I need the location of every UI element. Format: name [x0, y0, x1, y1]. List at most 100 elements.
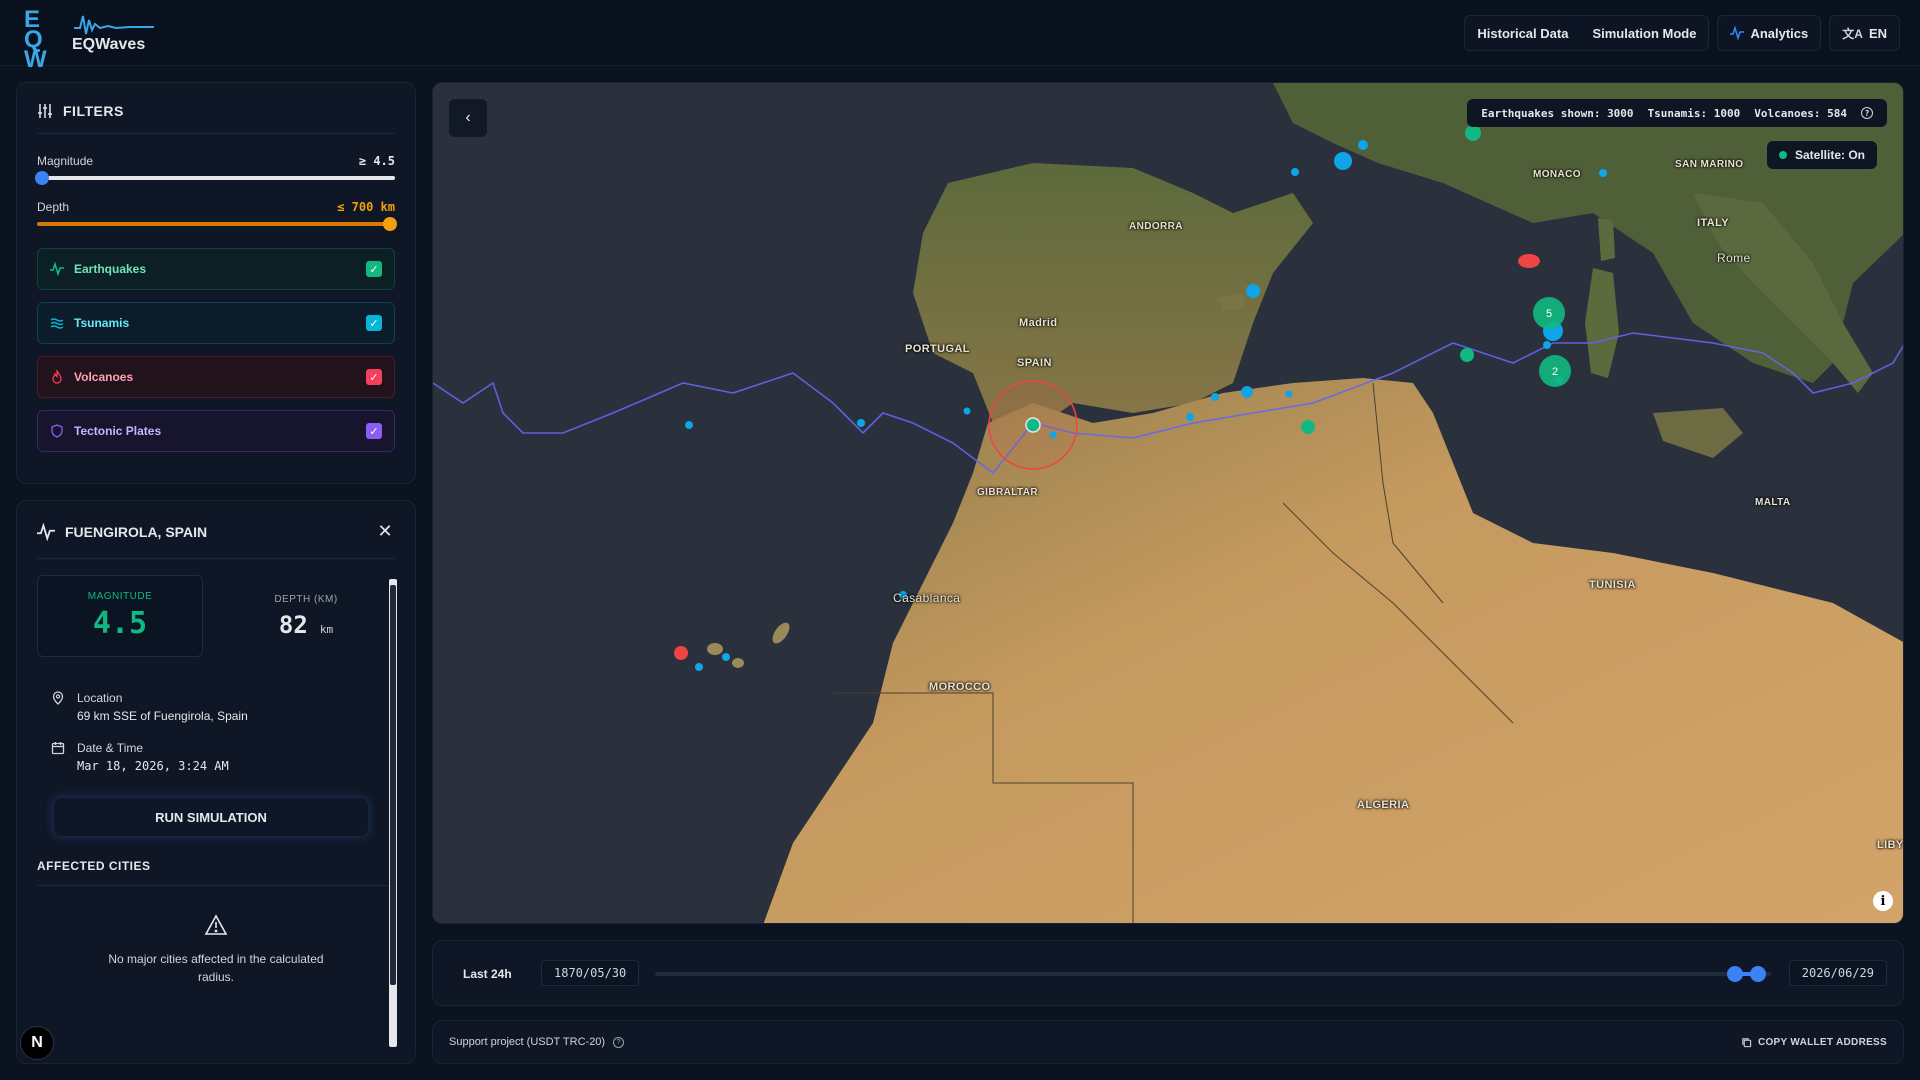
- map-label-casablanca: Casablanca: [893, 591, 961, 605]
- check-icon: ✓: [369, 371, 379, 384]
- tsunami-count: Tsunamis: 1000: [1647, 106, 1741, 120]
- layer-toggle-tectonic-plates[interactable]: Tectonic Plates ✓: [37, 410, 395, 452]
- magnitude-slider-thumb[interactable]: [35, 171, 49, 185]
- tectonic-plates-checkbox[interactable]: ✓: [366, 423, 382, 439]
- timeline-start-thumb[interactable]: [1727, 966, 1744, 982]
- logo-name: EQWaves: [72, 36, 146, 53]
- tsunami-marker[interactable]: [963, 407, 971, 415]
- tsunami-marker[interactable]: [1049, 431, 1057, 439]
- detail-header: FUENGIROLA, SPAIN ✕: [37, 521, 395, 559]
- check-icon: ✓: [369, 317, 379, 330]
- collapse-sidebar-button[interactable]: ‹: [449, 99, 487, 137]
- tsunami-marker[interactable]: [1285, 390, 1293, 398]
- support-text: Support project (USDT TRC-20): [449, 1036, 606, 1048]
- tsunami-marker[interactable]: [1543, 341, 1551, 349]
- tsunami-marker[interactable]: [1246, 284, 1260, 298]
- volcanoes-checkbox[interactable]: ✓: [366, 369, 382, 385]
- map-info-icon[interactable]: i: [1873, 891, 1893, 911]
- earthquake-marker[interactable]: [1465, 125, 1481, 141]
- layer-toggle-earthquakes[interactable]: Earthquakes ✓: [37, 248, 395, 290]
- waves-icon: [50, 318, 64, 329]
- map-label-rome: Rome: [1717, 251, 1751, 265]
- warning-icon: [204, 914, 228, 935]
- depth-stat-value: 82: [278, 610, 308, 639]
- tsunami-marker[interactable]: [1291, 168, 1299, 176]
- satellite-toggle[interactable]: Satellite: On: [1766, 141, 1877, 169]
- datetime-row: Date & Time Mar 18, 2026, 3:24 AM: [51, 741, 395, 773]
- tsunami-marker[interactable]: [722, 653, 730, 661]
- location-row: Location 69 km SSE of Fuengirola, Spain: [51, 691, 395, 723]
- tsunami-marker[interactable]: [1599, 169, 1607, 177]
- earthquake-count: Earthquakes shown: 3000: [1481, 106, 1634, 120]
- app-logo[interactable]: EQ W EQWaves: [24, 8, 154, 72]
- tsunamis-checkbox[interactable]: ✓: [366, 315, 382, 331]
- tsunami-marker[interactable]: [1358, 140, 1368, 150]
- tsunami-marker[interactable]: [857, 419, 865, 427]
- volcano-marker[interactable]: [674, 646, 688, 660]
- volcano-count: Volcanoes: 584: [1754, 106, 1847, 120]
- layer-label: Volcanoes: [74, 370, 134, 384]
- timeline-start-date[interactable]: 1870/05/30: [541, 960, 640, 986]
- detail-scrollbar[interactable]: [389, 579, 397, 1047]
- pulse-icon: [50, 262, 64, 276]
- help-icon[interactable]: ?: [1861, 107, 1873, 119]
- next-badge[interactable]: N: [20, 1026, 54, 1060]
- depth-stat-label: DEPTH (KM): [274, 593, 338, 605]
- footer-bar: Support project (USDT TRC-20) ? COPY WAL…: [432, 1020, 1904, 1064]
- event-detail-panel: FUENGIROLA, SPAIN ✕ MAGNITUDE 4.5 DEPTH …: [16, 500, 416, 1064]
- depth-slider-thumb[interactable]: [383, 217, 397, 231]
- earthquakes-checkbox[interactable]: ✓: [366, 261, 382, 277]
- tsunami-marker[interactable]: [1241, 386, 1253, 398]
- map-label-monaco: MONACO: [1533, 169, 1581, 180]
- check-icon: ✓: [369, 263, 379, 276]
- layer-toggle-tsunamis[interactable]: Tsunamis ✓: [37, 302, 395, 344]
- volcano-marker[interactable]: [1518, 254, 1540, 268]
- timeline-bar: Last 24h 1870/05/30 2026/06/29: [432, 940, 1904, 1006]
- map-label-spain: SPAIN: [1017, 357, 1052, 369]
- depth-stat-unit: km: [319, 622, 334, 636]
- pulse-icon: [37, 522, 55, 541]
- earthquake-marker[interactable]: [1301, 420, 1315, 434]
- tsunami-marker[interactable]: [1211, 393, 1219, 401]
- map-view[interactable]: 5 2 ANDORRA Madrid PORTUGAL SPAIN GIBRAL…: [432, 82, 1904, 924]
- land-canary-1: [707, 643, 723, 655]
- depth-card: DEPTH (KM) 82 km: [223, 575, 389, 657]
- language-button[interactable]: 文A EN: [1829, 15, 1900, 51]
- pulse-icon: [1730, 26, 1745, 40]
- close-icon[interactable]: ✕: [375, 521, 395, 542]
- help-icon[interactable]: ?: [613, 1036, 625, 1048]
- map-label-italy: ITALY: [1697, 217, 1729, 229]
- detail-scrollbar-thumb[interactable]: [390, 585, 396, 985]
- tsunami-marker[interactable]: [1334, 152, 1352, 170]
- copy-icon: [1742, 1037, 1752, 1047]
- earthquake-marker[interactable]: [1460, 348, 1474, 362]
- copy-wallet-button[interactable]: COPY WALLET ADDRESS: [1741, 1037, 1887, 1048]
- magnitude-value: ≥ 4.5: [358, 154, 395, 168]
- map-label-algeria: ALGERIA: [1357, 799, 1410, 811]
- timeline-slider[interactable]: [655, 966, 1771, 982]
- depth-slider[interactable]: [37, 217, 397, 231]
- map-label-gibraltar: GIBRALTAR: [977, 487, 1038, 498]
- simulation-mode-button[interactable]: Simulation Mode: [1580, 15, 1708, 51]
- logo-mark-text: EQ W: [24, 6, 48, 73]
- status-dot-icon: [1778, 151, 1787, 159]
- magnitude-slider[interactable]: [35, 171, 395, 185]
- timeline-end-thumb[interactable]: [1749, 966, 1766, 982]
- cluster-count-label: 2: [1552, 366, 1558, 378]
- shield-icon: [51, 424, 63, 438]
- layer-toggle-volcanoes[interactable]: Volcanoes ✓: [37, 356, 395, 398]
- tsunami-marker[interactable]: [695, 663, 703, 671]
- magnitude-stat-value: 4.5: [92, 606, 148, 641]
- selected-event-marker[interactable]: [1025, 417, 1041, 433]
- copy-wallet-label: COPY WALLET ADDRESS: [1757, 1036, 1887, 1048]
- time-range-button[interactable]: Last 24h: [451, 960, 524, 988]
- app-header: EQ W EQWaves Historical Data Simulation …: [0, 0, 1920, 72]
- run-simulation-button[interactable]: RUN SIMULATION: [53, 797, 369, 837]
- tsunami-marker[interactable]: [685, 421, 693, 429]
- timeline-end-date[interactable]: 2026/06/29: [1788, 960, 1887, 986]
- depth-filter: Depth ≤ 700 km: [37, 200, 397, 231]
- map-canvas: 5 2: [433, 83, 1903, 923]
- analytics-button[interactable]: Analytics: [1717, 15, 1822, 51]
- historical-data-button[interactable]: Historical Data: [1465, 15, 1580, 51]
- tsunami-marker[interactable]: [1186, 413, 1194, 421]
